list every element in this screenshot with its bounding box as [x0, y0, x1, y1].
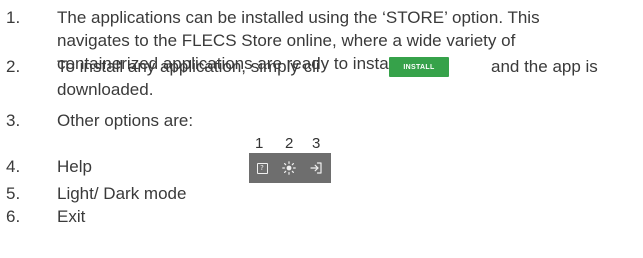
list-text-line: Light/ Dark mode	[57, 184, 187, 203]
list-number: 1.	[6, 8, 21, 27]
option-number: 3	[312, 135, 321, 152]
exit-icon[interactable]	[305, 153, 327, 183]
install-button[interactable]: INSTALL	[389, 57, 449, 77]
list-number: 3.	[6, 111, 21, 130]
list-number: 6.	[6, 207, 21, 226]
list-text-line: and the app is	[491, 57, 598, 76]
list-number: 2.	[6, 57, 21, 76]
option-number: 1	[255, 135, 264, 152]
list-text-line: To install any application, simply cli	[57, 57, 320, 76]
list-text-line: Help	[57, 157, 92, 176]
list-text-line: navigates to the FLECS Store online, whe…	[57, 31, 516, 50]
list-text-line: The applications can be installed using …	[57, 8, 540, 27]
help-icon[interactable]: ?	[252, 153, 272, 183]
sun-icon[interactable]	[277, 153, 301, 183]
list-number: 5.	[6, 184, 21, 203]
list-text-line: Other options are:	[57, 111, 194, 130]
options-toolbar: ?	[249, 153, 331, 183]
list-text-line: downloaded.	[57, 80, 154, 99]
install-button-label: INSTALL	[403, 63, 435, 71]
option-number: 2	[285, 135, 294, 152]
list-text-line: Exit	[57, 207, 86, 226]
list-number: 4.	[6, 157, 21, 176]
